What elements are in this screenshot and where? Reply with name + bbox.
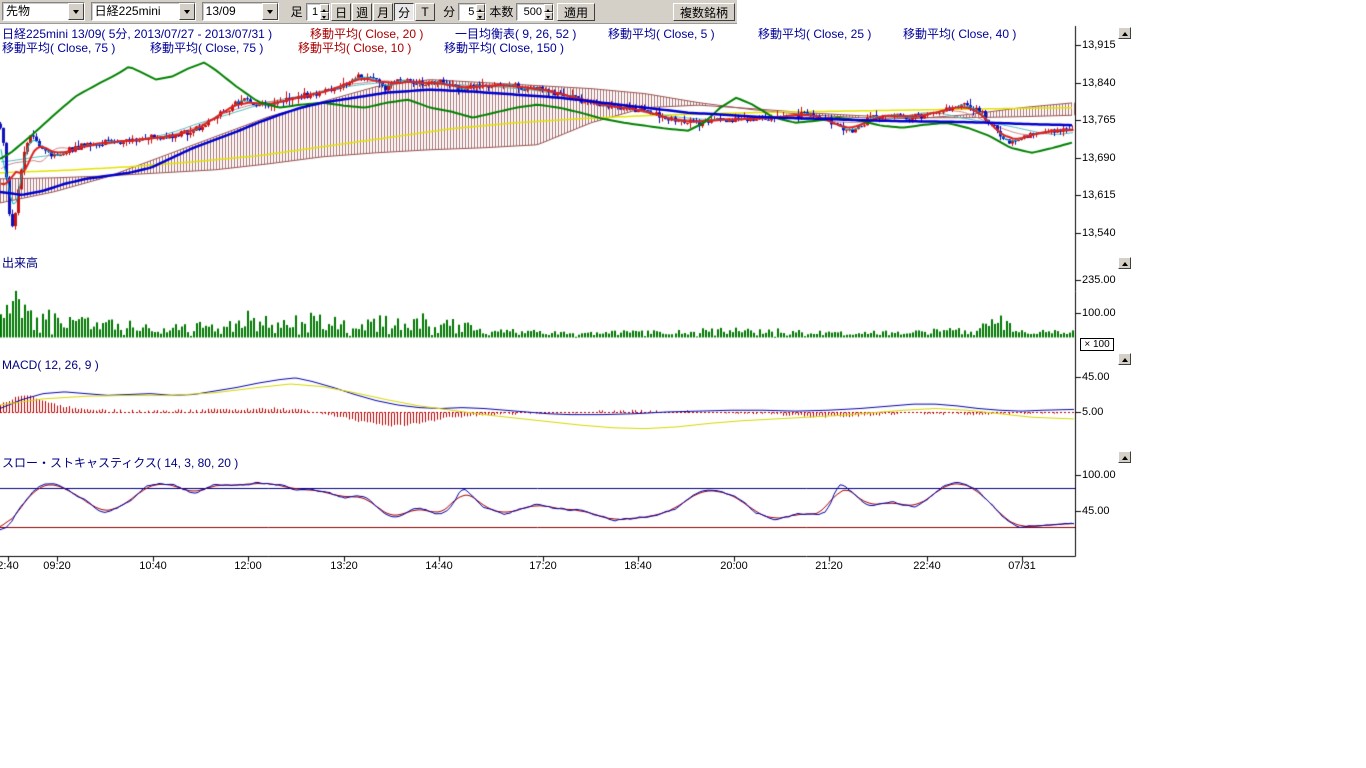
minute-interval-input[interactable]: 5 (458, 3, 486, 21)
triangle-down-icon (184, 10, 190, 17)
period-button-tick[interactable]: T (415, 3, 435, 21)
triangle-down-icon (267, 10, 273, 17)
spinner-buttons (320, 4, 329, 20)
bar-interval-input[interactable]: 1 (306, 3, 330, 21)
dropdown-arrow-icon[interactable] (179, 3, 195, 20)
triangle-down-icon (73, 10, 79, 17)
triangle-up-icon (1122, 453, 1128, 460)
triangle-up-icon (1122, 259, 1128, 266)
multi-symbol-button[interactable]: 複数銘柄 (673, 3, 735, 21)
apply-button[interactable]: 適用 (557, 3, 595, 21)
period-button-day[interactable]: 日 (331, 3, 351, 21)
bar-interval-value: 1 (307, 4, 320, 20)
triangle-up-icon (1122, 355, 1128, 362)
volume-multiplier-badge: × 100 (1080, 338, 1114, 351)
spinner-down-icon[interactable] (320, 12, 329, 20)
scroll-up-button-stoch[interactable] (1118, 451, 1131, 463)
dropdown-arrow-icon[interactable] (68, 3, 84, 20)
dropdown-arrow-icon[interactable] (262, 3, 278, 20)
count-label: 本数 (489, 3, 513, 20)
app-window: 先物 日経225mini 13/09 足 1 日 週 月 分 T 分 5 (0, 0, 1366, 768)
instrument-type-select[interactable]: 先物 (2, 2, 85, 21)
spinner-up-icon[interactable] (320, 4, 329, 12)
contract-month-value: 13/09 (203, 3, 262, 20)
spinner-buttons (544, 4, 553, 20)
scroll-up-button-volume[interactable] (1118, 257, 1131, 269)
bar-count-input[interactable]: 500 (516, 3, 554, 21)
scroll-up-button-price[interactable] (1118, 27, 1131, 39)
scroll-up-button-macd[interactable] (1118, 353, 1131, 365)
symbol-select[interactable]: 日経225mini (91, 2, 196, 21)
period-button-minute[interactable]: 分 (394, 3, 414, 21)
spinner-down-icon[interactable] (544, 12, 553, 20)
main-toolbar: 先物 日経225mini 13/09 足 1 日 週 月 分 T 分 5 (0, 0, 737, 24)
spinner-up-icon[interactable] (476, 4, 485, 12)
spinner-down-icon[interactable] (476, 12, 485, 20)
minute-interval-value: 5 (459, 4, 476, 20)
contract-month-select[interactable]: 13/09 (202, 2, 279, 21)
period-button-month[interactable]: 月 (373, 3, 393, 21)
symbol-value: 日経225mini (92, 3, 179, 20)
chart-canvas[interactable] (0, 24, 1140, 584)
period-button-week[interactable]: 週 (352, 3, 372, 21)
spinner-up-icon[interactable] (544, 4, 553, 12)
instrument-type-value: 先物 (3, 3, 68, 20)
minute-label: 分 (443, 3, 455, 20)
spinner-buttons (476, 4, 485, 20)
triangle-up-icon (1122, 29, 1128, 36)
bar-count-value: 500 (517, 4, 544, 20)
bar-type-label: 足 (291, 3, 303, 20)
